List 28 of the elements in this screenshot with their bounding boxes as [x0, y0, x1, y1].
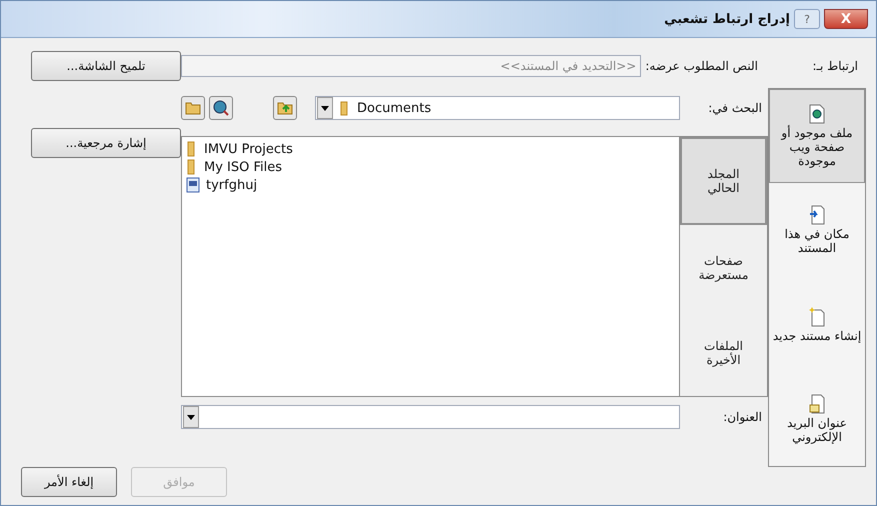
- folder-up-arrow-icon: [277, 101, 293, 115]
- help-button[interactable]: ?: [794, 9, 820, 29]
- file-list-item[interactable]: tyrfghuj: [206, 178, 258, 192]
- link-to-option[interactable]: ملف موجود أو صفحة ويب موجودة: [769, 89, 865, 184]
- dialog-button[interactable]: إلغاء الأمر: [21, 467, 117, 497]
- link-to-option[interactable]: مكان في هذا المستند: [769, 183, 865, 278]
- look-in-dropdown[interactable]: Documents: [315, 96, 680, 120]
- address-field[interactable]: [181, 405, 680, 429]
- browse-web-button[interactable]: [209, 96, 233, 120]
- window-title: إدراج ارتباط تشعبي: [664, 12, 790, 26]
- new-document-icon: [809, 306, 825, 327]
- file-list-item[interactable]: My ISO Files: [204, 160, 282, 174]
- view-tab[interactable]: المجلد الحالي: [680, 137, 767, 225]
- word-document-icon: [186, 177, 200, 193]
- look-in-label: البحث في:: [707, 101, 763, 115]
- up-folder-button[interactable]: [273, 96, 297, 120]
- link-to-option[interactable]: إنشاء مستند جديد: [769, 278, 865, 372]
- link-to-option[interactable]: عنوان البريد الإلكتروني: [769, 372, 865, 466]
- address-label: العنوان:: [722, 410, 763, 424]
- view-tab[interactable]: صفحات مستعرضة: [680, 224, 767, 310]
- file-list-item[interactable]: IMVU Projects: [204, 142, 293, 156]
- link-to-label: ارتباط بـ:: [811, 59, 859, 73]
- document-globe-icon: [809, 104, 825, 124]
- view-tab[interactable]: الملفات الأخيرة: [680, 310, 767, 396]
- bookmark-button[interactable]: إشارة مرجعية...: [31, 128, 181, 158]
- text-to-display-label: النص المطلوب عرضه:: [645, 59, 758, 73]
- document-envelope-icon: [809, 394, 825, 414]
- screentip-button[interactable]: تلميح الشاشة...: [31, 51, 181, 81]
